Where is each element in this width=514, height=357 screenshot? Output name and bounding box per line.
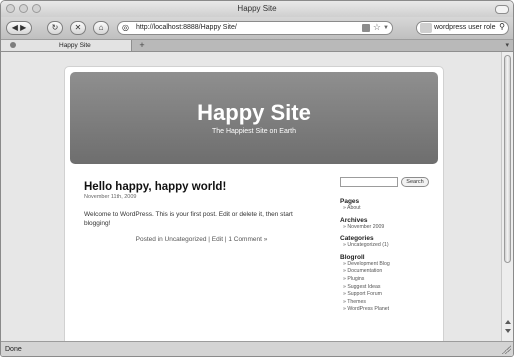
- navigation-toolbar: ◀ ▶ ↻ ✕ ⌂ ◎ http://localhost:8888/Happy …: [1, 17, 513, 40]
- blogroll-heading: Blogroll: [340, 253, 365, 261]
- stop-icon: ✕: [74, 23, 82, 32]
- status-text: Done: [5, 346, 22, 353]
- vertical-scrollbar[interactable]: [501, 52, 513, 341]
- blogroll-item[interactable]: » WordPress Planet: [340, 306, 440, 314]
- close-window-button[interactable]: [6, 4, 15, 13]
- back-forward-button[interactable]: ◀ ▶: [6, 21, 32, 35]
- window-title: Happy Site: [237, 4, 277, 13]
- page-icon: ◎: [122, 23, 129, 32]
- home-button[interactable]: ⌂: [93, 21, 109, 35]
- tab-label: Happy Site: [59, 42, 91, 49]
- back-icon: ◀ ▶: [11, 23, 27, 32]
- categories-heading: Categories: [340, 235, 374, 243]
- post-date: November 11th, 2009: [84, 194, 137, 200]
- category-link[interactable]: Uncategorized: [165, 236, 207, 243]
- sidebar-widgets: Pages » About Archives » November 2009 C…: [340, 198, 440, 314]
- site-container: Happy Site The Happiest Site on Earth He…: [64, 66, 444, 341]
- scrollbar-thumb[interactable]: [504, 55, 511, 263]
- reload-icon: ↻: [51, 23, 59, 32]
- tab-list-button[interactable]: ▾: [505, 40, 509, 51]
- sidebar-search-button[interactable]: Search: [401, 177, 429, 187]
- meta-separator: |: [208, 236, 210, 243]
- minimize-window-button[interactable]: [19, 4, 28, 13]
- sidebar-search-input[interactable]: [340, 177, 398, 187]
- url-text: http://localhost:8888/Happy Site/: [136, 24, 237, 31]
- post-title[interactable]: Hello happy, happy world!: [84, 181, 319, 193]
- resize-grip-icon[interactable]: [501, 344, 511, 354]
- search-value: wordpress user role: [434, 24, 496, 31]
- zoom-window-button[interactable]: [32, 4, 41, 13]
- scroll-up-icon[interactable]: [505, 320, 511, 324]
- toolbar-toggle-button[interactable]: [495, 5, 509, 14]
- comments-link[interactable]: 1 Comment »: [228, 236, 267, 243]
- blogroll-item[interactable]: » Themes: [340, 299, 440, 307]
- blogroll-item[interactable]: » Documentation: [340, 268, 440, 276]
- pages-heading: Pages: [340, 198, 360, 205]
- new-tab-button[interactable]: +: [133, 40, 151, 51]
- stop-button[interactable]: ✕: [70, 21, 86, 35]
- site-header: Happy Site The Happiest Site on Earth: [70, 72, 438, 164]
- plus-icon: +: [139, 40, 145, 50]
- tab-happy-site[interactable]: Happy Site: [1, 40, 132, 51]
- archives-heading: Archives: [340, 216, 368, 224]
- blogroll-item[interactable]: » Plugins: [340, 276, 440, 284]
- post: Hello happy, happy world! November 11th,…: [84, 181, 319, 243]
- title-bar: Happy Site: [1, 1, 513, 17]
- browser-window: Happy Site ◀ ▶ ↻ ✕ ⌂ ◎ http://localhost:…: [0, 0, 514, 357]
- page-viewport: Happy Site The Happiest Site on Earth He…: [1, 52, 501, 341]
- blogroll-item[interactable]: » Suggest Ideas: [340, 284, 440, 292]
- search-icon[interactable]: ⚲: [499, 21, 505, 33]
- search-engine-icon[interactable]: [420, 23, 432, 33]
- blogroll-item[interactable]: » Development Blog: [340, 261, 440, 269]
- scroll-down-icon[interactable]: [505, 329, 511, 333]
- reload-button[interactable]: ↻: [47, 21, 63, 35]
- site-title[interactable]: Happy Site: [70, 100, 438, 126]
- chevron-down-icon[interactable]: ▼: [383, 22, 389, 34]
- categories-item[interactable]: » Uncategorized (1): [340, 242, 440, 250]
- home-icon: ⌂: [98, 23, 104, 32]
- bookmark-star-icon[interactable]: ☆: [373, 21, 381, 33]
- meta-separator: |: [224, 236, 227, 243]
- post-body: Welcome to WordPress. This is your first…: [84, 211, 293, 227]
- status-bar: Done: [1, 341, 513, 356]
- blogroll-item[interactable]: » Support Forum: [340, 291, 440, 299]
- window-controls: [6, 4, 41, 13]
- search-bar[interactable]: wordpress user role ⚲: [416, 21, 509, 35]
- favicon-icon: [10, 42, 16, 48]
- archives-item[interactable]: » November 2009: [340, 224, 440, 232]
- address-bar[interactable]: ◎ http://localhost:8888/Happy Site/ ☆ ▼: [117, 21, 393, 35]
- posted-in-label: Posted in: [135, 236, 163, 243]
- edit-link[interactable]: Edit: [212, 236, 223, 243]
- tab-list-icon: ▾: [505, 42, 509, 49]
- pages-item-about[interactable]: » About: [340, 205, 440, 213]
- rss-icon[interactable]: [362, 24, 370, 32]
- site-tagline: The Happiest Site on Earth: [211, 128, 297, 135]
- tab-bar: Happy Site + ▾: [1, 40, 513, 52]
- post-meta: Posted in Uncategorized | Edit | 1 Comme…: [84, 236, 319, 243]
